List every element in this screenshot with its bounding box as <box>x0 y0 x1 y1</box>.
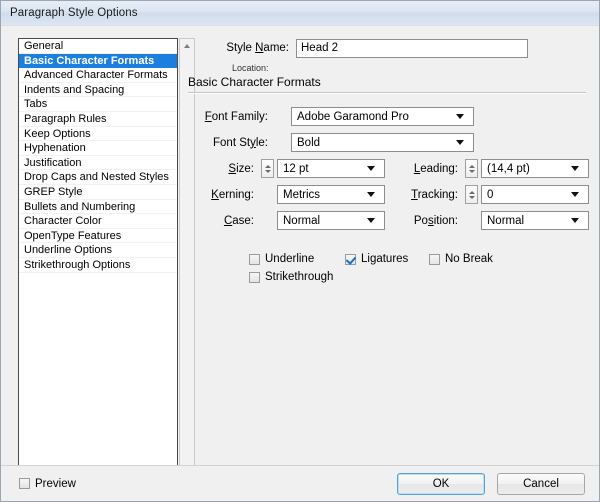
chevron-down-icon <box>571 192 579 197</box>
kerning-tracking-row: Kerning: Metrics Tracking: 0 <box>197 185 589 204</box>
sidebar-item-strikethrough-options[interactable]: Strikethrough Options <box>19 258 177 273</box>
category-list-scrollbar[interactable] <box>179 38 195 478</box>
section-title: Basic Character Formats <box>188 75 321 89</box>
font-family-row: Font Family: Adobe Garamond Pro <box>197 107 589 126</box>
case-select[interactable]: Normal <box>277 211 385 230</box>
checkbox-row-2: Strikethrough <box>249 269 589 285</box>
checkbox-box[interactable] <box>19 478 30 489</box>
chevron-down-icon <box>456 140 464 145</box>
chevron-down-icon <box>456 114 464 119</box>
style-name-label: Style Name: <box>226 42 289 54</box>
section-divider <box>188 92 586 94</box>
font-style-select[interactable]: Bold <box>291 133 474 152</box>
no-break-checkbox[interactable]: No Break <box>429 253 493 265</box>
ligatures-label: Ligatures <box>361 253 409 265</box>
font-family-select[interactable]: Adobe Garamond Pro <box>291 107 474 126</box>
sidebar-item-indents-and-spacing[interactable]: Indents and Spacing <box>19 83 177 98</box>
chevron-down-icon <box>367 218 375 223</box>
tracking-value: 0 <box>487 188 494 201</box>
font-style-label: Font Style: <box>213 136 268 149</box>
font-family-value: Adobe Garamond Pro <box>297 110 409 123</box>
leading-stepper[interactable] <box>465 159 478 178</box>
case-label: Case: <box>223 214 254 227</box>
sidebar-item-bullets-and-numbering[interactable]: Bullets and Numbering <box>19 200 177 215</box>
checkbox-box[interactable] <box>345 253 356 265</box>
font-family-label: Font Family: <box>204 110 268 123</box>
sidebar-item-opentype-features[interactable]: OpenType Features <box>19 229 177 244</box>
format-checkboxes: Underline Ligatures No Break Strikethrou… <box>197 251 589 285</box>
sidebar-item-character-color[interactable]: Character Color <box>19 214 177 229</box>
ok-button[interactable]: OK <box>397 472 485 495</box>
checkbox-box[interactable] <box>249 253 260 265</box>
checkbox-box[interactable] <box>429 253 440 265</box>
size-select[interactable]: 12 pt <box>277 159 385 178</box>
chevron-down-icon <box>571 166 579 171</box>
chevron-down-icon <box>367 192 375 197</box>
size-leading-row: Size: 12 pt Leading: (14,4 pt) <box>197 159 589 178</box>
leading-select[interactable]: (14,4 pt) <box>481 159 589 178</box>
sidebar-item-paragraph-rules[interactable]: Paragraph Rules <box>19 112 177 127</box>
style-name-row: Style Name: <box>197 38 589 58</box>
location-label: Location: <box>232 63 269 73</box>
sidebar-item-advanced-character-formats[interactable]: Advanced Character Formats <box>19 68 177 83</box>
case-value: Normal <box>283 214 321 227</box>
kerning-label: Kerning: <box>211 188 254 201</box>
chevron-down-icon <box>571 218 579 223</box>
character-format-controls: Font Family: Adobe Garamond Pro Font Sty… <box>197 107 589 230</box>
tracking-label: Tracking: <box>411 188 458 201</box>
underline-label: Underline <box>265 253 315 265</box>
sidebar-item-tabs[interactable]: Tabs <box>19 97 177 112</box>
preview-label: Preview <box>35 477 76 490</box>
sidebar-item-grep-style[interactable]: GREP Style <box>19 185 177 200</box>
sidebar-item-hyphenation[interactable]: Hyphenation <box>19 141 177 156</box>
ligatures-checkbox[interactable]: Ligatures <box>345 253 429 265</box>
leading-value: (14,4 pt) <box>487 162 530 175</box>
sidebar-item-keep-options[interactable]: Keep Options <box>19 127 177 142</box>
strikethrough-label: Strikethrough <box>265 271 334 283</box>
dialog-body: General Basic Character Formats Advanced… <box>1 26 599 478</box>
no-break-label: No Break <box>445 253 493 265</box>
settings-panel: Style Name: Location: Basic Character Fo… <box>188 38 589 287</box>
window-title: Paragraph Style Options <box>10 7 138 19</box>
strikethrough-checkbox[interactable]: Strikethrough <box>249 271 345 283</box>
chevron-down-icon <box>367 166 375 171</box>
sidebar-item-basic-character-formats[interactable]: Basic Character Formats <box>19 53 177 69</box>
sidebar-item-underline-options[interactable]: Underline Options <box>19 243 177 258</box>
kerning-value: Metrics <box>283 188 321 201</box>
paragraph-style-options-dialog: Paragraph Style Options General Basic Ch… <box>0 0 600 502</box>
position-label: Position: <box>413 214 458 227</box>
size-stepper[interactable] <box>261 159 274 178</box>
size-label: Size: <box>228 162 254 175</box>
checkbox-box[interactable] <box>249 271 260 283</box>
category-list[interactable]: General Basic Character Formats Advanced… <box>18 38 178 478</box>
position-select[interactable]: Normal <box>481 211 589 230</box>
case-position-row: Case: Normal Position: Normal <box>197 211 589 230</box>
tracking-stepper[interactable] <box>465 185 478 204</box>
style-name-input[interactable] <box>296 38 528 58</box>
sidebar-item-justification[interactable]: Justification <box>19 156 177 171</box>
kerning-select[interactable]: Metrics <box>277 185 385 204</box>
sidebar-item-general[interactable]: General <box>19 39 177 54</box>
leading-label: Leading: <box>413 162 458 175</box>
font-style-row: Font Style: Bold <box>197 133 589 152</box>
cancel-button[interactable]: Cancel <box>497 472 585 495</box>
checkbox-row-1: Underline Ligatures No Break <box>249 251 589 267</box>
position-value: Normal <box>487 214 525 227</box>
dialog-footer: Preview OK Cancel <box>1 465 599 501</box>
preview-checkbox[interactable]: Preview <box>19 478 76 490</box>
size-value: 12 pt <box>283 162 309 175</box>
underline-checkbox[interactable]: Underline <box>249 253 345 265</box>
sidebar-item-drop-caps-and-nested-styles[interactable]: Drop Caps and Nested Styles <box>19 170 177 185</box>
title-bar: Paragraph Style Options <box>1 1 599 26</box>
font-style-value: Bold <box>297 136 321 149</box>
tracking-select[interactable]: 0 <box>481 185 589 204</box>
scroll-up-icon[interactable] <box>180 39 194 53</box>
